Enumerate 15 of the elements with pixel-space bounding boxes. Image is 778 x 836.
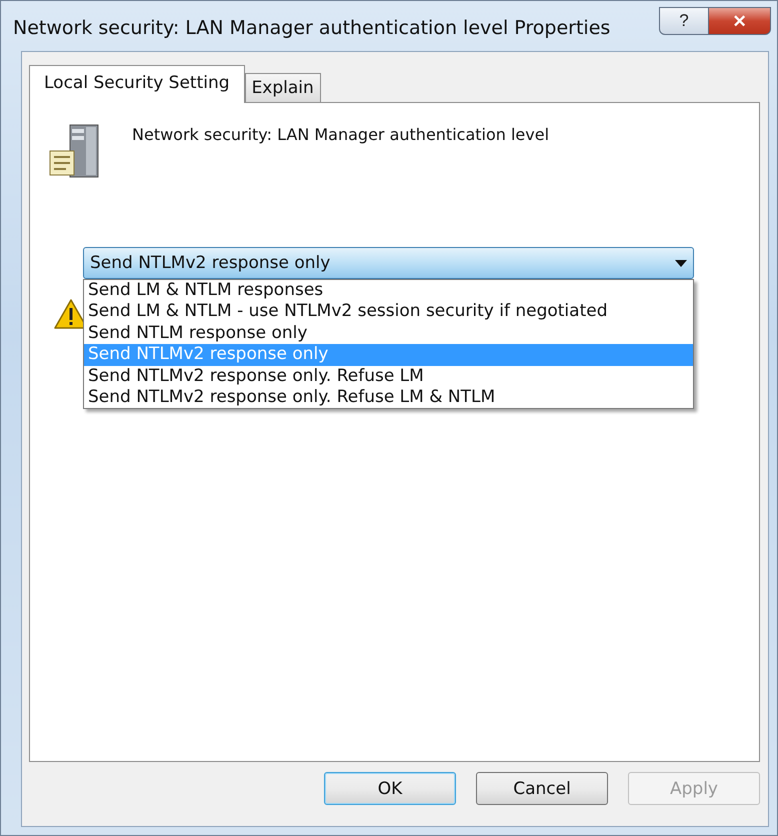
dropdown-option[interactable]: Send NTLMv2 response only. Refuse LM: [84, 366, 693, 388]
dropdown-option[interactable]: Send NTLM response only: [84, 322, 693, 344]
dropdown-arrow-icon: [675, 260, 687, 266]
dropdown-option[interactable]: Send NTLMv2 response only. Refuse LM & NTLM: [84, 387, 693, 408]
tab[interactable]: Local Security Setting: [29, 65, 245, 103]
authentication-level-dropdown[interactable]: Send NTLMv2 response only: [83, 247, 694, 279]
dialog-button[interactable]: OK: [324, 772, 456, 805]
dropdown-option[interactable]: Send LM & NTLM responses: [84, 280, 693, 302]
close-button[interactable]: ✕: [709, 7, 771, 35]
dropdown-option[interactable]: Send LM & NTLM - use NTLMv2 session security if negotiated: [84, 301, 693, 323]
help-button[interactable]: ?: [659, 7, 709, 35]
tab[interactable]: Explain: [244, 73, 321, 102]
policy-name: Network security: LAN Manager authentication level: [132, 125, 550, 144]
window-title: Network security: LAN Manager authentication level Properties: [13, 17, 612, 39]
dialog-button[interactable]: Cancel: [476, 772, 608, 805]
